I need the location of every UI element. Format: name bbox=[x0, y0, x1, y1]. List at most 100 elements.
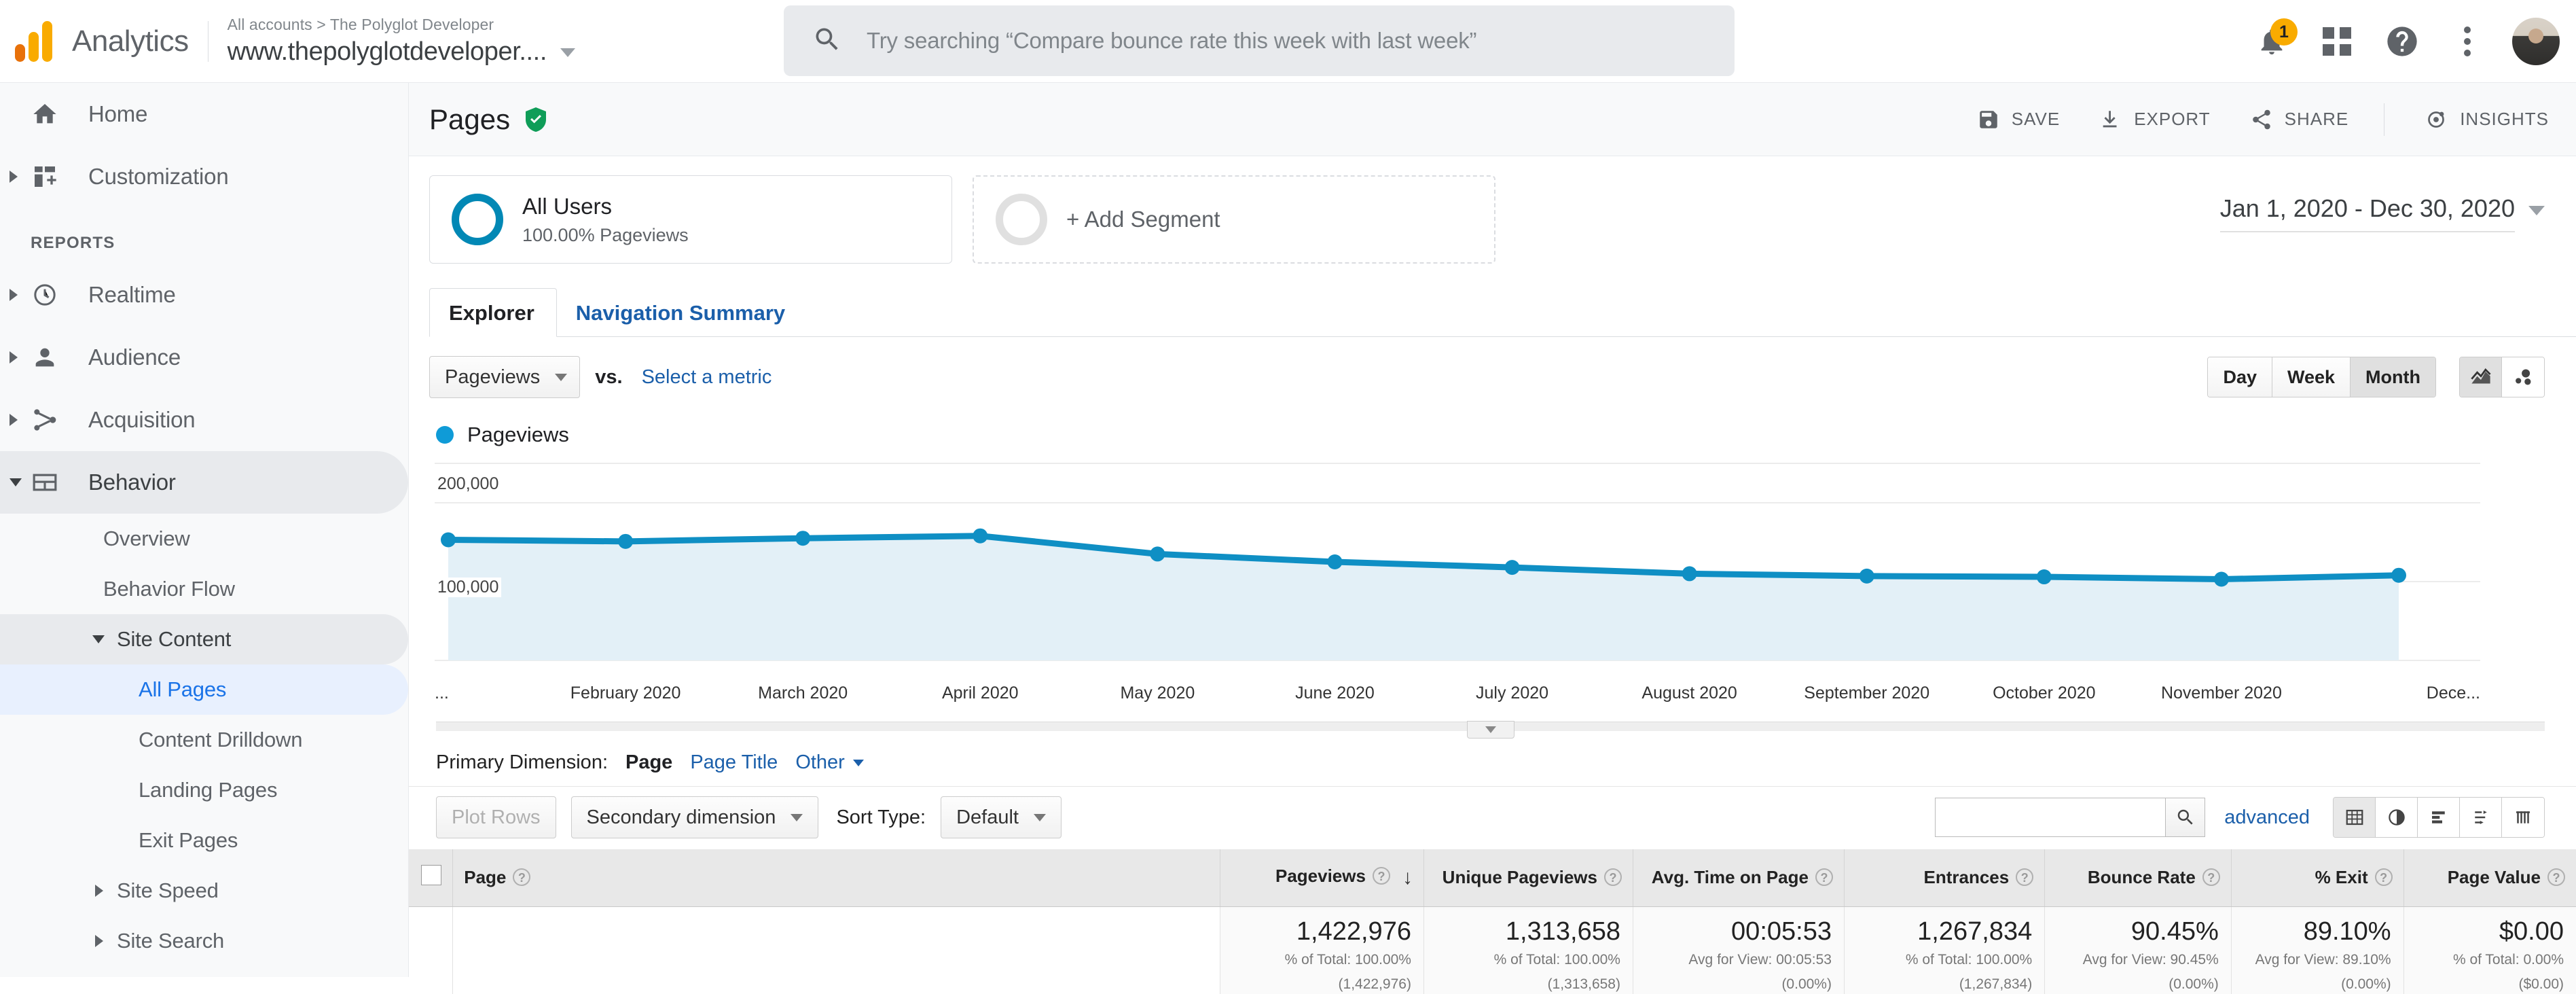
save-button[interactable]: SAVE bbox=[1977, 108, 2060, 131]
date-range-picker[interactable]: Jan 1, 2020 - Dec 30, 2020 bbox=[2219, 175, 2576, 232]
column-header-page-value[interactable]: Page Value? bbox=[2403, 849, 2576, 907]
secondary-dimension-select[interactable]: Secondary dimension bbox=[570, 796, 819, 838]
help-icon[interactable]: ? bbox=[1372, 867, 1390, 885]
add-segment-button[interactable]: + Add Segment bbox=[973, 175, 1495, 264]
share-button[interactable]: SHARE bbox=[2250, 108, 2349, 131]
sort-desc-icon: ↓ bbox=[1402, 866, 1413, 889]
table-view-modes bbox=[2333, 797, 2545, 838]
insights-button[interactable]: INSIGHTS bbox=[2424, 107, 2549, 132]
sidebar-item-site-search[interactable]: Site Search bbox=[0, 916, 408, 966]
share-label: SHARE bbox=[2284, 109, 2349, 129]
tab-navigation-summary[interactable]: Navigation Summary bbox=[557, 289, 807, 336]
sidebar-item-content-drilldown[interactable]: Content Drilldown bbox=[0, 715, 408, 765]
advanced-link[interactable]: advanced bbox=[2224, 806, 2310, 829]
chevron-down-icon[interactable] bbox=[560, 48, 576, 57]
totals-percent: % of Total: 100.00% bbox=[1905, 952, 2033, 968]
sort-type-select[interactable]: Default bbox=[941, 796, 1062, 838]
behavior-icon bbox=[30, 467, 60, 497]
line-chart-icon[interactable] bbox=[2460, 357, 2502, 397]
export-button[interactable]: EXPORT bbox=[2099, 108, 2210, 131]
totals-absolute: (0.00%) bbox=[2341, 976, 2391, 992]
verified-shield-icon bbox=[524, 106, 548, 133]
table-search-input[interactable] bbox=[1935, 798, 2166, 837]
pivot-view-icon[interactable] bbox=[2502, 798, 2544, 837]
totals-percent: Avg for View: 90.45% bbox=[2082, 952, 2219, 968]
sidebar-item-landing-pages[interactable]: Landing Pages bbox=[0, 765, 408, 815]
table-view-icon[interactable] bbox=[2334, 798, 2376, 837]
search-icon[interactable] bbox=[2166, 798, 2206, 837]
help-icon[interactable]: ? bbox=[2202, 868, 2220, 887]
segment-card-all-users[interactable]: All Users 100.00% Pageviews bbox=[429, 175, 952, 264]
account-selector[interactable]: All accounts > The Polyglot Developer ww… bbox=[227, 16, 576, 67]
dimension-option-page[interactable]: Page bbox=[625, 751, 672, 774]
help-icon[interactable]: ? bbox=[1603, 868, 1622, 887]
help-icon[interactable]: ? bbox=[513, 868, 531, 887]
customization-icon bbox=[30, 162, 60, 192]
sidebar-item-realtime[interactable]: Realtime bbox=[0, 264, 408, 326]
granularity-day[interactable]: Day bbox=[2208, 357, 2272, 397]
chevron-down-icon[interactable] bbox=[852, 759, 864, 766]
help-icon[interactable]: ? bbox=[1815, 868, 1833, 887]
column-label: Bounce Rate bbox=[2087, 867, 2196, 888]
select-a-metric-link[interactable]: Select a metric bbox=[642, 366, 772, 389]
metric-select[interactable]: Pageviews bbox=[429, 356, 581, 398]
column-header-pageviews[interactable]: Pageviews? ↓ bbox=[1219, 849, 1424, 907]
column-header-entrances[interactable]: Entrances? bbox=[1843, 849, 2045, 907]
search-input[interactable]: Try searching “Compare bounce rate this … bbox=[784, 5, 1735, 76]
more-options-button[interactable] bbox=[2435, 9, 2500, 74]
pageviews-line-chart[interactable]: 200,000 100,000 bbox=[409, 458, 2576, 682]
apps-grid-button[interactable] bbox=[2304, 9, 2370, 74]
sidebar-item-acquisition[interactable]: Acquisition bbox=[0, 389, 408, 451]
x-axis-tick-label: February 2020 bbox=[570, 684, 681, 703]
chart-range-slider[interactable] bbox=[436, 721, 2545, 739]
help-icon[interactable]: ? bbox=[2374, 868, 2393, 887]
column-header-bounce-rate[interactable]: Bounce Rate? bbox=[2044, 849, 2232, 907]
select-all-checkbox-cell[interactable] bbox=[409, 849, 453, 907]
help-icon[interactable]: ? bbox=[2547, 868, 2565, 887]
help-icon[interactable]: ? bbox=[2016, 868, 2034, 887]
column-header-pct-exit[interactable]: % Exit? bbox=[2230, 849, 2404, 907]
sidebar-item-all-pages[interactable]: All Pages bbox=[0, 664, 408, 715]
sidebar-item-label: Realtime bbox=[88, 282, 176, 307]
comparison-view-icon[interactable] bbox=[2460, 798, 2502, 837]
performance-view-icon[interactable] bbox=[2418, 798, 2460, 837]
tab-explorer[interactable]: Explorer bbox=[429, 288, 557, 337]
sidebar-item-home[interactable]: Home bbox=[0, 83, 408, 145]
sidebar-item-behavior[interactable]: Behavior bbox=[0, 451, 408, 514]
x-axis: ... February 2020 March 2020 April 2020 May … bbox=[409, 684, 2576, 722]
sidebar-item-audience[interactable]: Audience bbox=[0, 326, 408, 389]
dimension-option-other[interactable]: Other bbox=[795, 751, 845, 774]
help-button[interactable] bbox=[2370, 9, 2435, 74]
granularity-month[interactable]: Month bbox=[2351, 357, 2435, 397]
secondary-dimension-label: Secondary dimension bbox=[586, 806, 776, 828]
sidebar-section-label: REPORTS bbox=[31, 234, 115, 252]
column-header-unique-pageviews[interactable]: Unique Pageviews? bbox=[1423, 849, 1633, 907]
dimension-option-page-title[interactable]: Page Title bbox=[690, 751, 778, 774]
avatar[interactable] bbox=[2512, 18, 2560, 65]
sidebar-item-site-content[interactable]: Site Content bbox=[0, 614, 408, 664]
chevron-right-icon bbox=[10, 351, 18, 363]
totals-checkbox-cell bbox=[409, 906, 453, 994]
x-axis-tick-label: May 2020 bbox=[1120, 684, 1195, 703]
pie-view-icon[interactable] bbox=[2376, 798, 2418, 837]
sidebar-item-customization[interactable]: Customization bbox=[0, 145, 408, 208]
column-header-page[interactable]: Page? bbox=[452, 849, 1220, 907]
sidebar-item-label: Site Content bbox=[117, 627, 232, 651]
slider-handle[interactable] bbox=[1466, 721, 1514, 739]
notifications-button[interactable]: 1 bbox=[2239, 9, 2304, 74]
sidebar-item-behavior-flow[interactable]: Behavior Flow bbox=[0, 564, 408, 614]
sidebar-item-overview[interactable]: Overview bbox=[0, 514, 408, 564]
motion-chart-icon[interactable] bbox=[2502, 357, 2544, 397]
sidebar-item-site-speed[interactable]: Site Speed bbox=[0, 866, 408, 916]
column-header-avg-time[interactable]: Avg. Time on Page? bbox=[1632, 849, 1845, 907]
breadcrumb: All accounts > The Polyglot Developer bbox=[227, 16, 494, 33]
chevron-right-icon bbox=[95, 935, 103, 947]
sidebar-item-label: Customization bbox=[88, 164, 229, 189]
chevron-down-icon bbox=[2528, 206, 2545, 215]
sidebar-item-exit-pages[interactable]: Exit Pages bbox=[0, 815, 408, 866]
plot-rows-button[interactable]: Plot Rows bbox=[436, 796, 556, 838]
checkbox[interactable] bbox=[421, 865, 442, 886]
column-label: Pageviews bbox=[1275, 866, 1366, 887]
granularity-week[interactable]: Week bbox=[2272, 357, 2351, 397]
home-icon bbox=[30, 99, 60, 129]
